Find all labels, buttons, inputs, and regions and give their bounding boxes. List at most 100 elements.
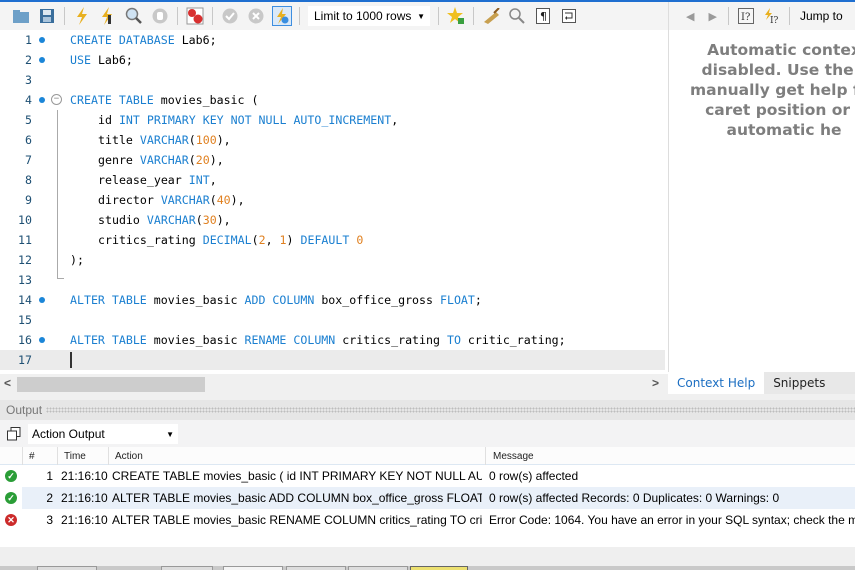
code-text: USE Lab6; (70, 50, 133, 70)
editor-line[interactable]: 5 id INT PRIMARY KEY NOT NULL AUTO_INCREM… (0, 110, 668, 130)
editor-line[interactable]: 12); (0, 250, 668, 270)
autocommit-toggle-icon[interactable] (272, 6, 292, 26)
success-check-icon: ✓ (5, 470, 17, 482)
sql-token: ( (251, 233, 259, 247)
sql-token: Lab6; (181, 33, 217, 47)
sql-keyword: USE (70, 53, 91, 67)
sql-keyword: CREATE DATABASE (70, 33, 175, 47)
scroll-right-icon[interactable]: > (652, 376, 659, 390)
bottom-tab[interactable] (223, 566, 283, 570)
editor-line[interactable]: 6 title VARCHAR(100), (0, 130, 668, 150)
sql-editor-toolbar: Limit to 1000 rows ▼ ¶ (0, 2, 668, 30)
execute-icon[interactable] (72, 6, 92, 26)
bottom-tab-active[interactable] (410, 566, 468, 570)
jump-to-select[interactable]: Jump to (800, 9, 843, 23)
save-icon[interactable] (37, 6, 57, 26)
line-number: 7 (25, 153, 32, 167)
editor-horizontal-scrollbar[interactable]: < > (0, 374, 668, 394)
commit-icon[interactable] (220, 6, 240, 26)
find-replace-icon[interactable] (507, 6, 527, 26)
editor-line[interactable]: 11 critics_rating DECIMAL(2, 1) DEFAULT 0 (0, 230, 668, 250)
sql-token: , (391, 113, 399, 127)
tab-context-help[interactable]: Context Help (668, 372, 765, 394)
code-text: studio VARCHAR(30), (98, 210, 231, 230)
sql-editor[interactable]: 1 CREATE DATABASE Lab6; 2 USE Lab6; 3 4− CREAT… (0, 30, 668, 374)
help-text-line: Automatic contex (707, 41, 855, 59)
scroll-left-icon[interactable]: < (4, 376, 11, 390)
forward-arrow-icon[interactable]: ▶ (708, 10, 716, 23)
editor-line[interactable]: 17 (0, 350, 665, 370)
rollback-icon[interactable] (246, 6, 266, 26)
editor-line[interactable]: 13 (0, 270, 668, 290)
editor-line[interactable]: 16 ALTER TABLE movies_basic RENAME COLUMN… (0, 330, 668, 350)
editor-line[interactable]: 4 − CREATE TABLE movies_basic ( (0, 90, 668, 110)
editor-line[interactable]: 10 studio VARCHAR(30), (0, 210, 668, 230)
line-number: 14 (18, 293, 32, 307)
bottom-tab[interactable] (37, 566, 97, 570)
editor-line[interactable]: 15 (0, 310, 668, 330)
statement-marker-icon (39, 57, 45, 63)
code-text: ALTER TABLE movies_basic ADD COLUMN box_… (70, 290, 482, 310)
action-output-grid: # Time Action Message ✓ 1 21:16:10 CREATE T… (0, 447, 855, 547)
statement-marker-icon (39, 297, 45, 303)
stop-icon[interactable] (150, 6, 170, 26)
column-header-time[interactable]: Time (64, 451, 86, 462)
row-action: ALTER TABLE movies_basic RENAME COLUMN c… (112, 513, 482, 527)
scrollbar-thumb[interactable] (17, 377, 205, 392)
bottom-tab[interactable] (348, 566, 408, 570)
code-text: ); (70, 250, 84, 270)
open-file-icon[interactable] (11, 6, 31, 26)
copy-icon[interactable] (7, 427, 21, 441)
toolbar-separator (473, 7, 474, 25)
output-type-select[interactable]: Action Output ▼ (28, 424, 178, 444)
fold-toggle-icon[interactable]: − (51, 94, 62, 105)
toolbar-separator (177, 7, 178, 25)
sql-token: ; (474, 293, 482, 307)
toolbar-separator (438, 7, 439, 25)
sql-token: genre (98, 153, 133, 167)
editor-line[interactable]: 8 release_year INT, (0, 170, 668, 190)
column-header-number[interactable]: # (29, 451, 35, 462)
sql-keyword: CREATE TABLE (70, 93, 154, 107)
editor-line[interactable]: 7 genre VARCHAR(20), (0, 150, 668, 170)
beautify-icon[interactable] (481, 6, 501, 26)
code-text: id INT PRIMARY KEY NOT NULL AUTO_INCREME… (98, 110, 398, 130)
line-number: 9 (25, 193, 32, 207)
editor-line[interactable]: 14 ALTER TABLE movies_basic ADD COLUMN bo… (0, 290, 668, 310)
limit-rows-select[interactable]: Limit to 1000 rows ▼ (308, 6, 430, 26)
line-number: 11 (18, 233, 32, 247)
column-header-action[interactable]: Action (115, 451, 143, 462)
back-arrow-icon[interactable]: ◀ (686, 10, 694, 23)
sql-token: critics_rating (342, 333, 440, 347)
execute-current-icon[interactable] (98, 6, 118, 26)
code-text: CREATE TABLE movies_basic ( (70, 90, 258, 110)
manual-help-icon[interactable]: I? (736, 6, 756, 26)
sql-keyword: VARCHAR (139, 133, 189, 147)
word-wrap-icon[interactable] (559, 6, 579, 26)
editor-line[interactable]: 1 CREATE DATABASE Lab6; (0, 30, 668, 50)
auto-help-icon[interactable]: I? (762, 6, 782, 26)
sql-token: box_office_gross (321, 293, 433, 307)
sql-token: ( (188, 133, 196, 147)
invisible-chars-icon[interactable]: ¶ (533, 6, 553, 26)
sql-keyword: TO (446, 333, 461, 347)
sql-keyword: VARCHAR (146, 213, 196, 227)
editor-line[interactable]: 9 director VARCHAR(40), (0, 190, 668, 210)
add-snippet-icon[interactable] (446, 6, 466, 26)
editor-line[interactable]: 3 (0, 70, 668, 90)
column-header-message[interactable]: Message (493, 451, 534, 462)
tab-snippets[interactable]: Snippets (764, 372, 835, 394)
bottom-tab[interactable] (161, 566, 213, 570)
output-row[interactable]: ✓ 1 21:16:10 CREATE TABLE movies_basic ( id… (0, 465, 855, 487)
svg-text:I?: I? (741, 12, 750, 23)
bottom-tab[interactable] (286, 566, 346, 570)
explain-icon[interactable] (124, 6, 144, 26)
editor-line[interactable]: 2 USE Lab6; (0, 50, 668, 70)
toggle-error-stop-icon[interactable] (185, 6, 205, 26)
sql-keyword: VARCHAR (139, 153, 189, 167)
output-row[interactable]: ✕ 3 21:16:10 ALTER TABLE movies_basic RENAM… (0, 509, 855, 531)
sql-token: ) (286, 233, 294, 247)
output-row[interactable]: ✓ 2 21:16:10 ALTER TABLE movies_basic ADD C… (0, 487, 855, 509)
panel-drag-handle[interactable] (46, 407, 855, 413)
help-text-line: manually get help for (689, 81, 855, 99)
